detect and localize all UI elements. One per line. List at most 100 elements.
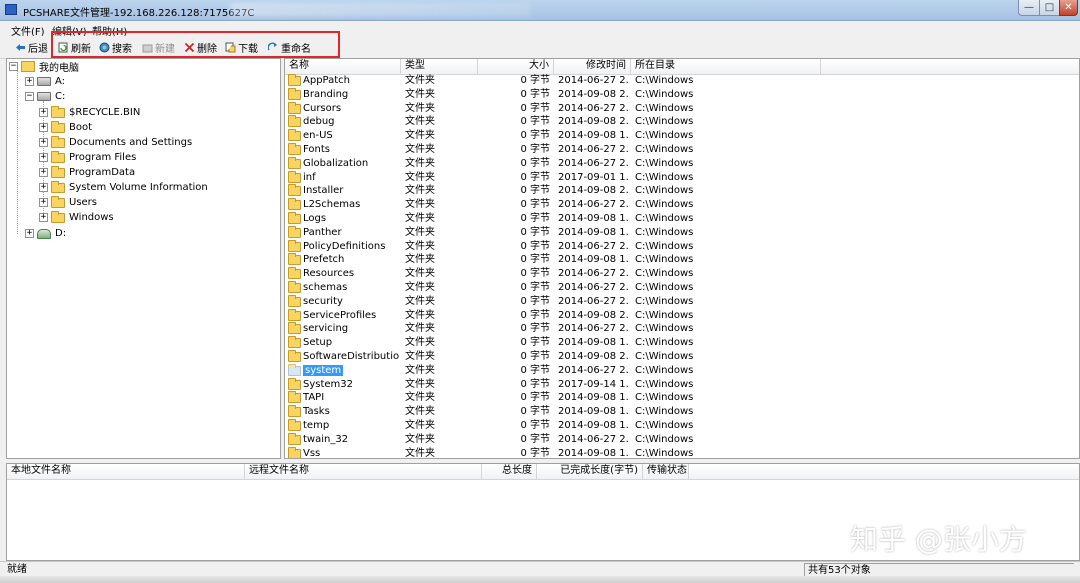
file-type: 文件夹: [405, 75, 435, 86]
search-button[interactable]: 搜索: [99, 39, 132, 55]
new-button[interactable]: 新建: [142, 39, 175, 55]
table-row[interactable]: TAPI 文件夹 0 字节 2014-09-08 1... C:\Windows: [285, 391, 1079, 405]
file-directory: C:\Windows: [635, 309, 694, 321]
column-header-completed-length[interactable]: 已完成长度(字节): [537, 464, 643, 479]
close-button[interactable]: ✕: [1059, 0, 1078, 16]
download-button[interactable]: 下载: [225, 39, 258, 55]
table-row[interactable]: Setup 文件夹 0 字节 2014-09-08 1... C:\Windows: [285, 336, 1079, 350]
expand-toggle[interactable]: +: [39, 153, 48, 162]
tree-label: C:: [55, 91, 66, 102]
column-header-modified[interactable]: 修改时间: [554, 59, 631, 74]
search-icon: [99, 42, 110, 52]
file-modified: 2014-09-08 1...: [558, 130, 630, 142]
tree-node-folder[interactable]: + $RECYCLE.BIN: [39, 105, 140, 120]
tree-node-drive-a[interactable]: + A:: [25, 74, 65, 89]
table-row[interactable]: Cursors 文件夹 0 字节 2014-06-27 2... C:\Windows: [285, 101, 1079, 116]
table-row[interactable]: debug 文件夹 0 字节 2014-09-08 2... C:\Windows: [285, 115, 1079, 129]
table-row[interactable]: System32 文件夹 0 字节 2017-09-14 1... C:\Windows: [285, 377, 1079, 392]
column-header-transfer-status[interactable]: 传输状态: [643, 464, 689, 479]
file-name: TAPI: [303, 392, 325, 404]
table-row[interactable]: twain_32 文件夹 0 字节 2014-06-27 2... C:\Windows: [285, 432, 1079, 447]
table-row[interactable]: schemas 文件夹 0 字节 2014-06-27 2... C:\Windows: [285, 281, 1079, 295]
column-header-name[interactable]: 名称: [285, 59, 401, 74]
refresh-button[interactable]: 刷新: [58, 39, 91, 55]
tree-node-folder-selected[interactable]: + Windows: [39, 210, 114, 225]
file-list[interactable]: 名称 类型 大小 修改时间 所在目录 AppPatch 文件夹 0 字节 2014-0…: [284, 58, 1080, 459]
folder-icon: [288, 405, 301, 418]
folder-icon: [288, 432, 301, 445]
table-row[interactable]: Prefetch 文件夹 0 字节 2014-09-08 1... C:\Windows: [285, 253, 1079, 267]
download-icon: [225, 42, 236, 52]
column-header-type[interactable]: 类型: [401, 59, 478, 74]
file-name: Setup: [303, 337, 333, 349]
file-type: 文件夹: [405, 392, 435, 404]
folder-icon: [288, 87, 301, 100]
minimize-button[interactable]: —: [1018, 0, 1040, 16]
collapse-toggle[interactable]: −: [25, 92, 34, 101]
watermark: 知乎 @张小方: [850, 523, 1027, 556]
maximize-button[interactable]: □: [1039, 0, 1060, 16]
file-type: 文件夹: [405, 351, 435, 362]
file-directory: C:\Windows: [635, 406, 694, 418]
file-directory: C:\Windows: [635, 144, 694, 155]
tree-node-my-computer[interactable]: − 我的电脑: [9, 59, 79, 74]
tree-node-drive-d[interactable]: + D:: [25, 226, 66, 241]
table-row[interactable]: Tasks 文件夹 0 字节 2014-09-08 1... C:\Windows: [285, 405, 1079, 419]
column-header-directory[interactable]: 所在目录: [631, 59, 821, 74]
my-computer-icon: [21, 61, 35, 72]
table-row[interactable]: Installer 文件夹 0 字节 2014-09-08 2... C:\Window…: [285, 184, 1079, 198]
table-row[interactable]: AppPatch 文件夹 0 字节 2014-06-27 2... C:\Windows: [285, 74, 1079, 88]
column-header-local-file[interactable]: 本地文件名称: [7, 464, 245, 479]
expand-toggle[interactable]: +: [39, 168, 48, 177]
folder-tree[interactable]: − 我的电脑 + A: − C: + $RECYCLE.BIN + Boot +…: [6, 58, 281, 459]
column-header-remote-file[interactable]: 远程文件名称: [245, 464, 482, 479]
rename-button[interactable]: 重命名: [268, 39, 311, 55]
table-row[interactable]: en-US 文件夹 0 字节 2014-09-08 1... C:\Windows: [285, 129, 1079, 143]
table-row-selected[interactable]: system 文件夹 0 字节 2014-06-27 2... C:\Windows: [285, 363, 1079, 378]
expand-toggle[interactable]: +: [39, 213, 48, 222]
file-directory: C:\Windows: [635, 295, 694, 307]
table-row[interactable]: inf 文件夹 0 字节 2017-09-01 1... C:\Windows: [285, 170, 1079, 185]
table-row[interactable]: PolicyDefinitions 文件夹 0 字节 2014-06-27 2... C…: [285, 239, 1079, 254]
column-header-size[interactable]: 大小: [478, 59, 554, 74]
table-row[interactable]: Globalization 文件夹 0 字节 2014-06-27 2... C:\Wi…: [285, 156, 1079, 171]
tree-node-drive-c[interactable]: − C:: [25, 89, 65, 104]
file-list-header: 名称 类型 大小 修改时间 所在目录: [285, 59, 1079, 75]
table-row[interactable]: servicing 文件夹 0 字节 2014-06-27 2... C:\Window…: [285, 322, 1079, 336]
table-row[interactable]: L2Schemas 文件夹 0 字节 2014-06-27 2... C:\Window…: [285, 198, 1079, 212]
table-row[interactable]: Logs 文件夹 0 字节 2014-09-08 1... C:\Windows: [285, 212, 1079, 226]
file-size: 0 字节: [520, 392, 550, 404]
tree-node-folder[interactable]: + ProgramData: [39, 165, 135, 180]
rename-label: 重命名: [281, 43, 311, 55]
app-icon: [5, 4, 17, 15]
table-row[interactable]: security 文件夹 0 字节 2014-06-27 2... C:\Windows: [285, 294, 1079, 309]
expand-toggle[interactable]: +: [39, 183, 48, 192]
tree-node-folder[interactable]: + System Volume Information: [39, 180, 208, 195]
expand-toggle[interactable]: +: [25, 77, 34, 86]
tree-node-folder[interactable]: + Documents and Settings: [39, 135, 192, 150]
table-row[interactable]: ServiceProfiles 文件夹 0 字节 2014-09-08 2... C:\…: [285, 308, 1079, 323]
table-row[interactable]: SoftwareDistribution 文件夹 0 字节 2014-09-08 2.…: [285, 350, 1079, 364]
delete-button[interactable]: 删除: [184, 39, 217, 55]
status-text: 就绪: [7, 564, 27, 575]
expand-toggle[interactable]: +: [25, 229, 34, 238]
file-name: system: [303, 364, 344, 376]
expand-toggle[interactable]: +: [39, 198, 48, 207]
table-row[interactable]: temp 文件夹 0 字节 2014-09-08 1... C:\Windows: [285, 419, 1079, 433]
tree-node-folder[interactable]: + Program Files: [39, 150, 136, 165]
expand-toggle[interactable]: +: [39, 138, 48, 147]
table-row[interactable]: Branding 文件夹 0 字节 2014-09-08 2... C:\Windows: [285, 87, 1079, 102]
back-button[interactable]: 后退: [15, 39, 48, 55]
column-header-total-length[interactable]: 总长度: [482, 464, 537, 479]
table-row[interactable]: Resources 文件夹 0 字节 2014-06-27 2... C:\Window…: [285, 267, 1079, 281]
collapse-toggle[interactable]: −: [9, 62, 18, 71]
expand-toggle[interactable]: +: [39, 108, 48, 117]
table-row[interactable]: Fonts 文件夹 0 字节 2014-06-27 2... C:\Windows: [285, 143, 1079, 157]
file-directory: C:\Windows: [635, 282, 694, 293]
tree-node-folder[interactable]: + Boot: [39, 120, 92, 135]
tree-node-folder[interactable]: + Users: [39, 195, 97, 210]
file-size: 0 字节: [520, 88, 550, 100]
table-row[interactable]: Vss 文件夹 0 字节 2014-09-08 1... C:\Windows: [285, 446, 1079, 458]
expand-toggle[interactable]: +: [39, 123, 48, 132]
table-row[interactable]: Panther 文件夹 0 字节 2014-09-08 1... C:\Windows: [285, 225, 1079, 240]
